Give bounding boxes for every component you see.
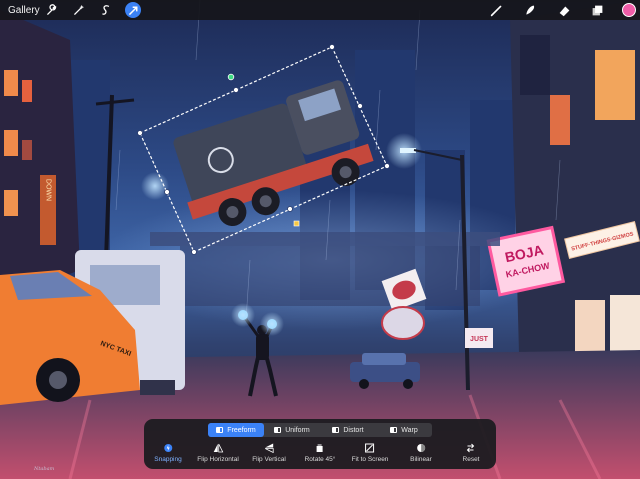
- smudge-tool-button[interactable]: [522, 2, 538, 18]
- flip-vertical-button[interactable]: Flip Vertical: [252, 443, 286, 463]
- layers-icon: [592, 5, 602, 15]
- fit-to-screen-button[interactable]: Fit to Screen: [352, 443, 388, 463]
- actions-button[interactable]: [43, 2, 59, 18]
- eraser-icon: [559, 5, 569, 16]
- rotation-handle[interactable]: [227, 73, 235, 81]
- transform-arrow-icon: [128, 6, 137, 15]
- brush-tool-button[interactable]: [488, 2, 504, 18]
- reset-button[interactable]: Reset: [463, 443, 479, 463]
- mode-warp[interactable]: Warp: [376, 423, 432, 437]
- transform-toolbar: Freeform Uniform Distort Warp Snapping F…: [144, 419, 496, 469]
- transform-button[interactable]: [125, 2, 141, 18]
- snapping-button[interactable]: Snapping: [154, 443, 182, 463]
- artist-signature: Ntabam: [34, 466, 55, 472]
- snapping-icon: [163, 444, 172, 452]
- flip-vertical-icon: [264, 443, 274, 453]
- transform-mode-selector: Freeform Uniform Distort Warp: [208, 423, 432, 437]
- smudge-icon: [525, 5, 534, 15]
- layers-button[interactable]: [589, 2, 605, 18]
- selection-s-icon: [101, 4, 109, 15]
- artwork: DOWN BOJA KA-CHOW STUFF·THINGS·GIZMOS JU…: [0, 0, 640, 479]
- warp-handle[interactable]: [293, 220, 300, 227]
- left-building: DOWN: [0, 10, 80, 300]
- selection-button[interactable]: [98, 2, 114, 18]
- just-sign: JUST: [470, 336, 489, 343]
- bilinear-icon: [417, 444, 425, 452]
- right-building: [510, 0, 640, 400]
- eraser-tool-button[interactable]: [556, 2, 572, 18]
- fit-to-screen-icon: [365, 443, 375, 453]
- mode-uniform[interactable]: Uniform: [264, 423, 320, 437]
- wrench-icon: [46, 3, 56, 15]
- adjustments-button[interactable]: [70, 2, 86, 18]
- flip-horizontal-icon: [213, 443, 223, 453]
- top-toolbar: Gallery: [0, 0, 640, 20]
- brush-icon: [490, 5, 501, 16]
- bilinear-button[interactable]: Bilinear: [410, 443, 432, 463]
- mode-label: Uniform: [285, 426, 310, 434]
- uniform-icon: [274, 427, 282, 433]
- rotate-icon: [316, 444, 323, 452]
- mode-freeform[interactable]: Freeform: [208, 423, 264, 437]
- reset-icon: [467, 443, 475, 453]
- distort-icon: [332, 427, 340, 433]
- mode-distort[interactable]: Distort: [320, 423, 376, 437]
- mode-label: Freeform: [227, 426, 256, 434]
- warp-icon: [390, 427, 398, 433]
- mode-label: Warp: [401, 426, 418, 434]
- down-sign: DOWN: [45, 179, 52, 201]
- gallery-button[interactable]: Gallery: [8, 5, 40, 16]
- drawing-canvas[interactable]: DOWN BOJA KA-CHOW STUFF·THINGS·GIZMOS JU…: [0, 0, 640, 479]
- mode-label: Distort: [343, 426, 364, 434]
- freeform-icon: [216, 427, 224, 433]
- color-picker-button[interactable]: [622, 3, 636, 17]
- rotate-45-button[interactable]: Rotate 45°: [305, 443, 335, 463]
- transform-actions: Snapping Flip Horizontal Flip Vertical R…: [144, 443, 496, 467]
- magic-wand-icon: [73, 4, 84, 15]
- flip-horizontal-button[interactable]: Flip Horizontal: [197, 443, 239, 463]
